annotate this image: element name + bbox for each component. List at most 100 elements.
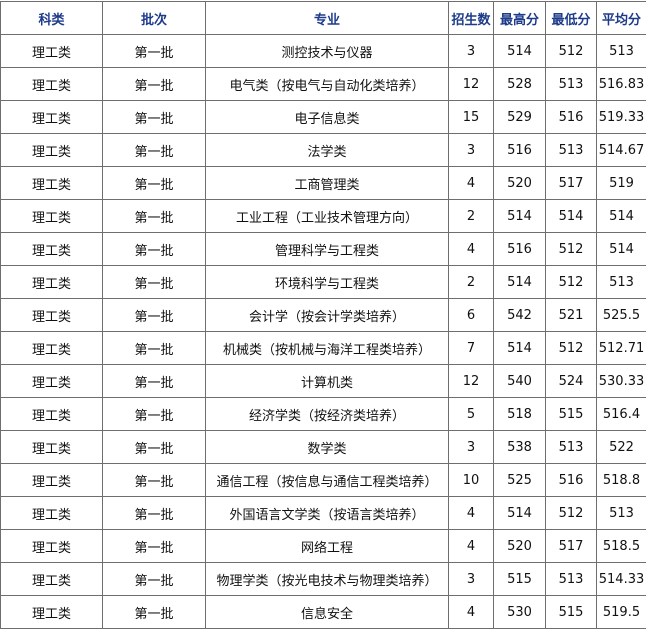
cell-max-score: 514: [494, 200, 546, 233]
cell-max-score: 538: [494, 431, 546, 464]
cell-avg-score: 513: [597, 35, 646, 68]
cell-major: 法学类: [206, 134, 449, 167]
cell-category: 理工类: [1, 530, 103, 563]
cell-enrollment: 4: [449, 530, 494, 563]
cell-category: 理工类: [1, 233, 103, 266]
cell-batch: 第一批: [103, 101, 206, 134]
cell-avg-score: 513: [597, 266, 646, 299]
cell-max-score: 528: [494, 68, 546, 101]
cell-batch: 第一批: [103, 530, 206, 563]
cell-batch: 第一批: [103, 398, 206, 431]
cell-batch: 第一批: [103, 200, 206, 233]
cell-min-score: 515: [546, 398, 597, 431]
cell-avg-score: 516.4: [597, 398, 646, 431]
cell-min-score: 513: [546, 431, 597, 464]
cell-category: 理工类: [1, 35, 103, 68]
cell-batch: 第一批: [103, 497, 206, 530]
cell-max-score: 515: [494, 563, 546, 596]
cell-min-score: 517: [546, 167, 597, 200]
table-row: 理工类第一批外国语言文学类（按语言类培养）4514512513: [1, 497, 646, 530]
cell-major: 经济学类（按经济类培养）: [206, 398, 449, 431]
cell-major: 外国语言文学类（按语言类培养）: [206, 497, 449, 530]
cell-max-score: 516: [494, 233, 546, 266]
cell-major: 机械类（按机械与海洋工程类培养）: [206, 332, 449, 365]
cell-batch: 第一批: [103, 332, 206, 365]
cell-batch: 第一批: [103, 134, 206, 167]
cell-category: 理工类: [1, 398, 103, 431]
table-row: 理工类第一批机械类（按机械与海洋工程类培养）7514512512.71: [1, 332, 646, 365]
cell-max-score: 514: [494, 35, 546, 68]
table-row: 理工类第一批环境科学与工程类2514512513: [1, 266, 646, 299]
cell-max-score: 518: [494, 398, 546, 431]
cell-min-score: 513: [546, 563, 597, 596]
cell-major: 工商管理类: [206, 167, 449, 200]
cell-category: 理工类: [1, 101, 103, 134]
cell-enrollment: 6: [449, 299, 494, 332]
cell-enrollment: 4: [449, 497, 494, 530]
cell-avg-score: 516.83: [597, 68, 646, 101]
cell-major: 电气类（按电气与自动化类培养）: [206, 68, 449, 101]
table-row: 理工类第一批物理学类（按光电技术与物理类培养）3515513514.33: [1, 563, 646, 596]
cell-avg-score: 514.33: [597, 563, 646, 596]
cell-enrollment: 12: [449, 365, 494, 398]
table-row: 理工类第一批工业工程（工业技术管理方向）2514514514: [1, 200, 646, 233]
header-enrollment: 招生数: [449, 2, 494, 35]
header-major: 专业: [206, 2, 449, 35]
cell-max-score: 540: [494, 365, 546, 398]
cell-batch: 第一批: [103, 233, 206, 266]
cell-category: 理工类: [1, 332, 103, 365]
cell-major: 管理科学与工程类: [206, 233, 449, 266]
cell-min-score: 521: [546, 299, 597, 332]
cell-max-score: 542: [494, 299, 546, 332]
cell-category: 理工类: [1, 299, 103, 332]
table-row: 理工类第一批测控技术与仪器3514512513: [1, 35, 646, 68]
cell-category: 理工类: [1, 134, 103, 167]
cell-enrollment: 7: [449, 332, 494, 365]
cell-category: 理工类: [1, 497, 103, 530]
cell-min-score: 514: [546, 200, 597, 233]
cell-max-score: 514: [494, 497, 546, 530]
cell-enrollment: 4: [449, 167, 494, 200]
cell-major: 物理学类（按光电技术与物理类培养）: [206, 563, 449, 596]
cell-enrollment: 4: [449, 596, 494, 629]
cell-batch: 第一批: [103, 68, 206, 101]
cell-category: 理工类: [1, 200, 103, 233]
cell-avg-score: 522: [597, 431, 646, 464]
header-category: 科类: [1, 2, 103, 35]
table-row: 理工类第一批数学类3538513522: [1, 431, 646, 464]
cell-batch: 第一批: [103, 365, 206, 398]
cell-min-score: 517: [546, 530, 597, 563]
table-row: 理工类第一批电子信息类15529516519.33: [1, 101, 646, 134]
cell-avg-score: 512.71: [597, 332, 646, 365]
cell-category: 理工类: [1, 266, 103, 299]
cell-avg-score: 530.33: [597, 365, 646, 398]
cell-major: 信息安全: [206, 596, 449, 629]
cell-enrollment: 4: [449, 233, 494, 266]
cell-batch: 第一批: [103, 431, 206, 464]
cell-min-score: 513: [546, 68, 597, 101]
table-row: 理工类第一批工商管理类4520517519: [1, 167, 646, 200]
cell-major: 网络工程: [206, 530, 449, 563]
cell-category: 理工类: [1, 68, 103, 101]
cell-avg-score: 514: [597, 200, 646, 233]
cell-max-score: 514: [494, 332, 546, 365]
cell-enrollment: 2: [449, 266, 494, 299]
cell-min-score: 512: [546, 497, 597, 530]
table-row: 理工类第一批会计学（按会计学类培养）6542521525.5: [1, 299, 646, 332]
cell-min-score: 512: [546, 35, 597, 68]
table-row: 理工类第一批经济学类（按经济类培养）5518515516.4: [1, 398, 646, 431]
cell-category: 理工类: [1, 431, 103, 464]
cell-max-score: 525: [494, 464, 546, 497]
cell-batch: 第一批: [103, 563, 206, 596]
cell-max-score: 529: [494, 101, 546, 134]
admission-scores-table: 科类批次专业招生数最高分最低分平均分 理工类第一批测控技术与仪器35145125…: [0, 1, 646, 629]
cell-avg-score: 514: [597, 233, 646, 266]
cell-enrollment: 3: [449, 35, 494, 68]
cell-category: 理工类: [1, 464, 103, 497]
cell-category: 理工类: [1, 563, 103, 596]
cell-enrollment: 5: [449, 398, 494, 431]
cell-batch: 第一批: [103, 299, 206, 332]
table-row: 理工类第一批信息安全4530515519.5: [1, 596, 646, 629]
cell-avg-score: 525.5: [597, 299, 646, 332]
cell-max-score: 520: [494, 167, 546, 200]
